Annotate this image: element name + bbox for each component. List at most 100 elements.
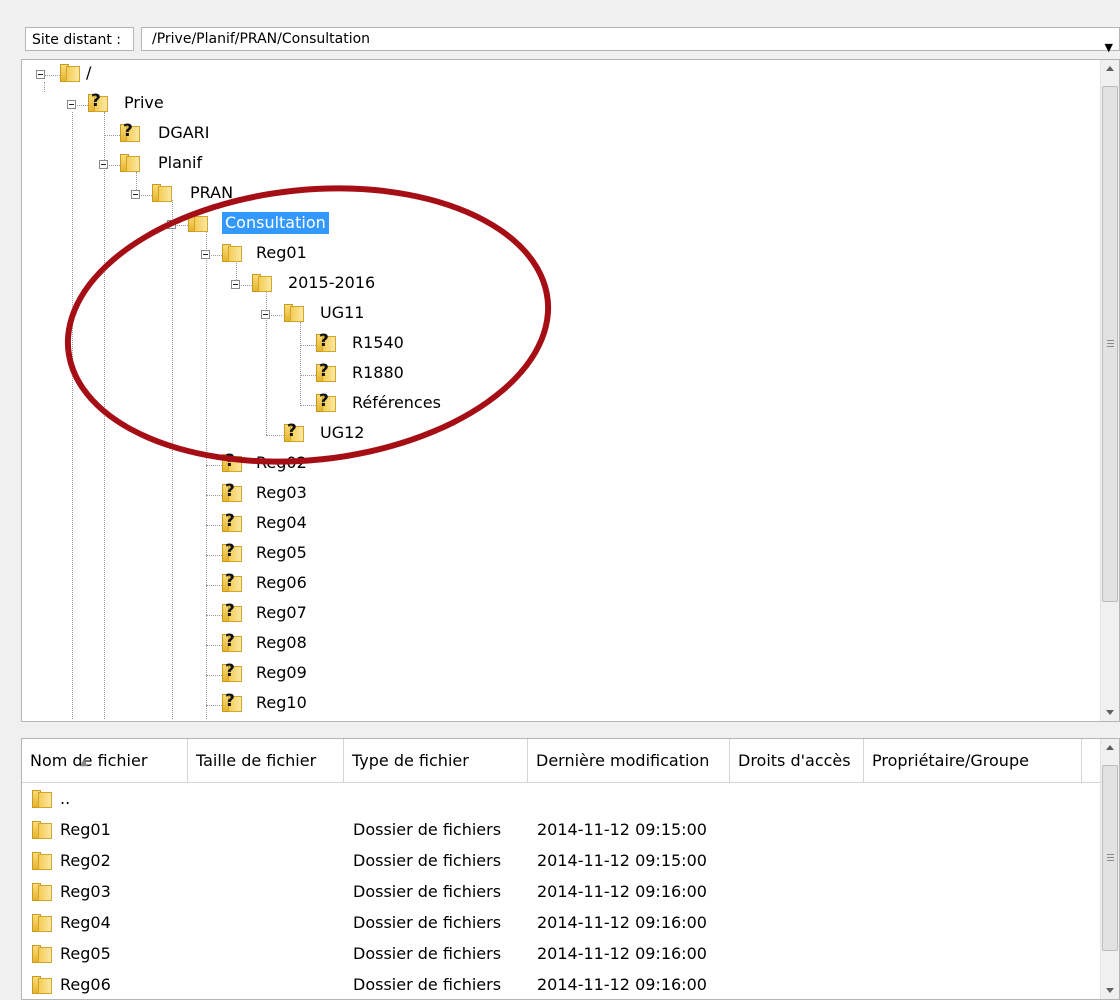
scroll-down-arrow-icon[interactable] — [1106, 988, 1114, 993]
file-type: Dossier de fichiers — [353, 944, 502, 963]
column-filename-label: Nom de fichier — [30, 751, 148, 770]
scroll-up-arrow-icon[interactable] — [1106, 745, 1114, 750]
unknown-folder-icon: ? — [316, 391, 336, 412]
file-row[interactable]: Reg02 Dossier de fichiers 2014-11-12 09:… — [22, 846, 1102, 876]
remote-file-list[interactable]: ▲ Nom de fichier Taille de fichier Type … — [21, 738, 1120, 1000]
folder-icon — [188, 214, 208, 232]
column-modified[interactable]: Dernière modification — [528, 739, 730, 782]
file-modified: 2014-11-12 09:16:00 — [537, 975, 707, 994]
unknown-folder-icon: ? — [284, 421, 304, 442]
tree-node-2015-2016[interactable]: 2015-2016 — [288, 272, 375, 294]
sort-ascending-icon: ▲ — [80, 757, 88, 768]
tree-node-references[interactable]: Références — [352, 392, 441, 414]
tree-node-root[interactable]: / — [86, 62, 91, 84]
remote-site-label: Site distant : — [25, 27, 134, 51]
unknown-folder-icon: ? — [222, 691, 242, 712]
column-filename[interactable]: ▲ Nom de fichier — [22, 739, 188, 782]
file-row[interactable]: Reg06 Dossier de fichiers 2014-11-12 09:… — [22, 970, 1102, 999]
tree-node-reg02[interactable]: Reg02 — [256, 452, 307, 474]
folder-icon — [252, 274, 272, 292]
column-owner-group[interactable]: Propriétaire/Groupe — [864, 739, 1082, 782]
file-type: Dossier de fichiers — [353, 882, 502, 901]
unknown-folder-icon: ? — [222, 631, 242, 652]
collapse-reg01-icon[interactable] — [201, 250, 210, 259]
dropdown-arrow-icon[interactable]: ▼ — [1105, 37, 1113, 59]
folder-icon — [32, 883, 52, 901]
remote-directory-tree[interactable]: / ? Prive ? DGARI Planif PRAN Consultati… — [21, 59, 1120, 722]
file-type: Dossier de fichiers — [353, 820, 502, 839]
unknown-folder-icon: ? — [316, 361, 336, 382]
tree-node-reg05[interactable]: Reg05 — [256, 542, 307, 564]
column-filetype[interactable]: Type de fichier — [344, 739, 528, 782]
file-row[interactable]: Reg04 Dossier de fichiers 2014-11-12 09:… — [22, 908, 1102, 938]
column-filesize-label: Taille de fichier — [196, 751, 317, 770]
unknown-folder-icon: ? — [222, 571, 242, 592]
folder-icon — [32, 914, 52, 932]
tree-node-ug11[interactable]: UG11 — [320, 302, 364, 324]
folder-icon — [32, 976, 52, 994]
column-filesize[interactable]: Taille de fichier — [188, 739, 344, 782]
file-modified: 2014-11-12 09:16:00 — [537, 913, 707, 932]
folder-icon — [120, 154, 140, 172]
tree-node-reg01[interactable]: Reg01 — [256, 242, 307, 264]
file-modified: 2014-11-12 09:16:00 — [537, 882, 707, 901]
file-name: Reg05 — [60, 944, 111, 963]
column-owner-group-label: Propriétaire/Groupe — [872, 751, 1029, 770]
file-row[interactable]: Reg03 Dossier de fichiers 2014-11-12 09:… — [22, 877, 1102, 907]
collapse-root-icon[interactable] — [36, 70, 45, 79]
column-modified-label: Dernière modification — [536, 751, 710, 770]
tree-node-dgari[interactable]: DGARI — [158, 122, 210, 144]
unknown-folder-icon: ? — [222, 661, 242, 682]
unknown-folder-icon: ? — [222, 481, 242, 502]
tree-node-reg10[interactable]: Reg10 — [256, 692, 307, 714]
tree-node-reg08[interactable]: Reg08 — [256, 632, 307, 654]
file-row[interactable]: .. — [22, 784, 1102, 814]
tree-node-prive[interactable]: Prive — [124, 92, 164, 114]
unknown-folder-icon: ? — [222, 451, 242, 472]
tree-node-reg06[interactable]: Reg06 — [256, 572, 307, 594]
file-row[interactable]: Reg05 Dossier de fichiers 2014-11-12 09:… — [22, 939, 1102, 969]
list-vertical-scrollbar[interactable] — [1100, 739, 1119, 999]
tree-node-reg03[interactable]: Reg03 — [256, 482, 307, 504]
scroll-thumb[interactable] — [1102, 86, 1118, 602]
remote-site-bar: Site distant : /Prive/Planif/PRAN/Consul… — [21, 22, 1120, 56]
tree-node-r1540[interactable]: R1540 — [352, 332, 404, 354]
collapse-ug11-icon[interactable] — [261, 310, 270, 319]
file-name: Reg03 — [60, 882, 111, 901]
unknown-folder-icon: ? — [222, 601, 242, 622]
column-permissions[interactable]: Droits d'accès — [730, 739, 864, 782]
collapse-planif-icon[interactable] — [99, 160, 108, 169]
file-row[interactable]: Reg01 Dossier de fichiers 2014-11-12 09:… — [22, 815, 1102, 845]
file-name: Reg01 — [60, 820, 111, 839]
collapse-prive-icon[interactable] — [67, 100, 76, 109]
remote-path-combobox[interactable]: /Prive/Planif/PRAN/Consultation ▼ — [141, 27, 1120, 54]
tree-node-reg09[interactable]: Reg09 — [256, 662, 307, 684]
folder-icon — [60, 64, 80, 82]
tree-node-ug12[interactable]: UG12 — [320, 422, 364, 444]
tree-node-consultation[interactable]: Consultation — [222, 212, 329, 234]
tree-node-planif[interactable]: Planif — [158, 152, 202, 174]
file-modified: 2014-11-12 09:15:00 — [537, 851, 707, 870]
file-name: Reg02 — [60, 851, 111, 870]
tree-vertical-scrollbar[interactable] — [1100, 60, 1119, 721]
tree-node-reg07[interactable]: Reg07 — [256, 602, 307, 624]
folder-icon — [284, 304, 304, 322]
file-name: .. — [60, 789, 71, 808]
file-modified: 2014-11-12 09:15:00 — [537, 820, 707, 839]
column-filetype-label: Type de fichier — [352, 751, 469, 770]
tree-node-reg04[interactable]: Reg04 — [256, 512, 307, 534]
collapse-consultation-icon[interactable] — [167, 220, 176, 229]
folder-icon — [32, 790, 52, 808]
collapse-pran-icon[interactable] — [131, 190, 140, 199]
scroll-down-arrow-icon[interactable] — [1106, 710, 1114, 715]
scroll-thumb[interactable] — [1102, 765, 1118, 951]
folder-icon — [32, 852, 52, 870]
unknown-folder-icon: ? — [316, 331, 336, 352]
tree-node-r1880[interactable]: R1880 — [352, 362, 404, 384]
unknown-folder-icon: ? — [88, 91, 108, 112]
collapse-2015-icon[interactable] — [231, 280, 240, 289]
scroll-up-arrow-icon[interactable] — [1106, 66, 1114, 71]
tree-node-pran[interactable]: PRAN — [190, 182, 233, 204]
unknown-folder-icon: ? — [222, 541, 242, 562]
unknown-folder-icon: ? — [120, 121, 140, 142]
